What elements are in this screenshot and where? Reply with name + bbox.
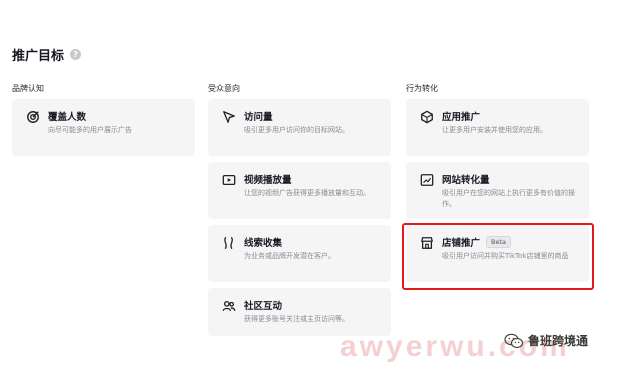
card-description: 让更多用户安装并使用您的应用。	[442, 126, 547, 134]
community-icon	[222, 299, 236, 313]
target-icon	[26, 110, 40, 124]
card-title: 线索收集	[244, 238, 283, 249]
objective-card-app-promotion[interactable]: 应用推广 让更多用户安装并使用您的应用。	[406, 99, 589, 156]
card-description: 吸引用户在您的网站上执行更多有价值的操作。	[442, 189, 575, 208]
store-icon	[420, 236, 434, 250]
wechat-account-name: 鲁班跨境通	[528, 334, 589, 348]
card-title-wrapper: 店铺推广 Beta	[442, 235, 512, 249]
column-title-conversion: 行为转化	[406, 84, 438, 93]
objective-card-community-interaction[interactable]: 社区互动 获得更多账号关注或主页访问等。	[208, 288, 391, 336]
chart-icon	[420, 173, 434, 187]
objective-card-website-conversions[interactable]: 网站转化量 吸引用户在您的网站上执行更多有价值的操作。	[406, 162, 589, 219]
objective-card-video-views[interactable]: 视频播放量 让您的视频广告获得更多播放量和互动。	[208, 162, 391, 219]
card-title: 覆盖人数	[48, 112, 87, 123]
objective-card-shop-promotion[interactable]: 店铺推广 Beta 吸引用户访问并购买TikTok店铺里的商品	[406, 225, 589, 282]
column-title-brand-awareness: 品牌认知	[12, 84, 44, 93]
card-title: 应用推广	[442, 112, 481, 123]
page-title: 推广目标 ?	[12, 45, 82, 64]
page-title-text: 推广目标	[12, 49, 65, 64]
objective-card-lead-generation[interactable]: 线索收集 为业务或品牌开发潜在客户。	[208, 225, 391, 282]
app-icon	[420, 110, 434, 124]
video-icon	[222, 173, 236, 187]
cursor-icon	[222, 110, 236, 124]
card-description: 吸引更多用户访问你的目标网站。	[244, 126, 349, 134]
card-description: 为业务或品牌开发潜在客户。	[244, 252, 335, 260]
beta-badge: Beta	[486, 236, 512, 248]
card-title: 网站转化量	[442, 175, 490, 186]
card-description: 获得更多账号关注或主页访问等。	[244, 315, 349, 323]
objective-card-traffic[interactable]: 访问量 吸引更多用户访问你的目标网站。	[208, 99, 391, 156]
card-title: 视频播放量	[244, 175, 292, 186]
objective-card-reach[interactable]: 覆盖人数 向尽可能多的用户展示广告	[12, 99, 195, 156]
leads-icon	[222, 236, 236, 250]
card-description: 让您的视频广告获得更多播放量和互动。	[244, 189, 370, 197]
card-description: 向尽可能多的用户展示广告	[48, 126, 132, 134]
card-title: 访问量	[244, 112, 273, 123]
wechat-icon	[504, 333, 524, 349]
column-title-consideration: 受众意向	[208, 84, 240, 93]
help-icon[interactable]: ?	[70, 49, 82, 60]
wechat-badge: 鲁班跨境通	[504, 332, 588, 349]
card-title: 社区互动	[244, 301, 283, 312]
card-description: 吸引用户访问并购买TikTok店铺里的商品	[442, 252, 569, 260]
card-title: 店铺推广	[442, 238, 481, 249]
